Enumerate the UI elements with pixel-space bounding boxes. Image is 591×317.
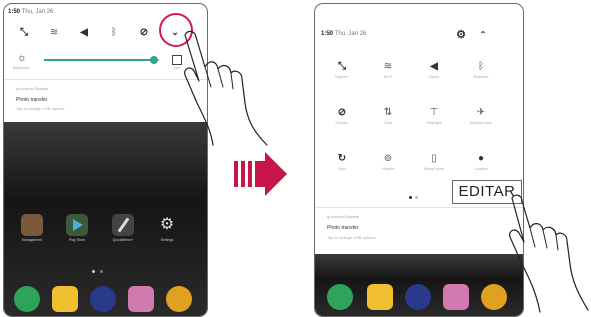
battery-saver-icon[interactable]: ▯	[428, 152, 440, 164]
bluetooth-icon[interactable]: ᛒ	[475, 60, 487, 72]
phone-icon[interactable]	[327, 284, 353, 310]
hotspot-icon[interactable]: ⊚	[382, 152, 394, 164]
gear-icon[interactable]: ⚙	[455, 28, 467, 41]
right-phone-screen: 1:50 Thu, Jan 26 ⚙ ⌃ ⤡ Capture+ ≋ Wi-Fi …	[314, 3, 524, 317]
bluetooth-icon[interactable]: ᛒ	[108, 26, 120, 38]
data-icon[interactable]: ⇅	[382, 106, 394, 118]
app-label: Settings	[160, 238, 174, 242]
wifi-icon[interactable]: ≋	[48, 26, 60, 38]
status-bar: 1:50 Thu, Jan 26	[8, 9, 53, 15]
app-label: Management	[21, 238, 43, 242]
notification-app: ψ Android System	[327, 214, 359, 219]
notification-app: ψ Android System	[16, 86, 48, 91]
messages-icon[interactable]	[367, 284, 393, 310]
sound-icon[interactable]: ◀	[78, 26, 90, 38]
page-indicator	[100, 270, 103, 273]
gear-icon[interactable]: ⚙	[156, 214, 178, 236]
gallery-icon[interactable]	[128, 286, 154, 312]
notification-app-name: Android System	[19, 86, 49, 91]
tile-label: Hotspot	[381, 167, 395, 171]
rotation-icon[interactable]: ⊘	[336, 106, 348, 118]
brightness-slider[interactable]	[44, 56, 160, 64]
notification-title: Photo transfer	[16, 97, 48, 103]
brightness-icon: ☼	[16, 52, 28, 64]
status-bar: 1:50 Thu, Jan 26	[321, 31, 366, 37]
page-indicator	[415, 196, 418, 199]
brightness-slider-fill	[44, 59, 155, 61]
tile-label: Airplane mode	[469, 121, 493, 125]
divider	[315, 207, 523, 208]
app-label: Play Store	[68, 238, 86, 242]
notification-subtitle: Tap to change USB options	[327, 235, 376, 240]
tile-label: Bluetooth	[473, 75, 489, 79]
status-time: 1:50	[321, 31, 334, 37]
notification-title: Photo transfer	[327, 225, 359, 231]
wifi-icon[interactable]: ≋	[382, 60, 394, 72]
sync-icon[interactable]: ↻	[336, 152, 348, 164]
play-store-icon[interactable]	[66, 214, 88, 236]
brightness-label: Brightness	[12, 66, 30, 70]
chrome-icon[interactable]	[166, 286, 192, 312]
page-indicator	[92, 270, 95, 273]
hand-pointer-icon	[509, 194, 589, 313]
gallery-icon[interactable]	[443, 284, 469, 310]
chevron-up-icon[interactable]: ⌃	[477, 28, 489, 40]
messages-icon[interactable]	[52, 286, 78, 312]
airplane-icon[interactable]: ✈	[475, 106, 487, 118]
capture-icon[interactable]: ⤡	[336, 60, 348, 72]
status-date: Thu, Jan 26	[21, 9, 54, 15]
tile-label: Sync	[338, 167, 346, 171]
status-date: Thu, Jan 26	[334, 31, 367, 37]
sound-icon[interactable]: ◀	[428, 60, 440, 72]
tile-label: Wi-Fi	[383, 75, 393, 79]
home-screen	[315, 254, 523, 316]
tile-label: Sound	[428, 75, 440, 79]
phone-icon[interactable]	[14, 286, 40, 312]
notification-subtitle: Tap to change USB options	[16, 106, 65, 111]
rotation-icon[interactable]: ⊘	[138, 26, 150, 38]
location-icon[interactable]: ●	[475, 152, 487, 164]
tile-label: Data	[384, 121, 392, 125]
notification-app-name: Android System	[330, 214, 360, 219]
tile-label: Battery saver	[423, 167, 445, 171]
app-label: QuickMemo+	[112, 238, 134, 242]
tile-label: Rotation	[335, 121, 349, 125]
tile-label: Capture+	[334, 75, 350, 79]
hand-pointer-icon	[184, 30, 268, 146]
tile-label: Flashlight	[426, 121, 442, 125]
home-screen: Management Play Store QuickMemo+ ⚙ Setti…	[4, 122, 207, 316]
flashlight-icon[interactable]: ⊤	[428, 106, 440, 118]
tile-label: Location	[474, 167, 488, 171]
folder-icon[interactable]	[21, 214, 43, 236]
brightness-slider-thumb[interactable]	[150, 56, 159, 64]
camera-icon[interactable]	[405, 284, 431, 310]
capture-icon[interactable]: ⤡	[18, 26, 30, 38]
page-indicator	[409, 196, 412, 199]
pen-icon[interactable]	[112, 214, 134, 236]
camera-icon[interactable]	[90, 286, 116, 312]
status-time: 1:50	[8, 9, 21, 15]
